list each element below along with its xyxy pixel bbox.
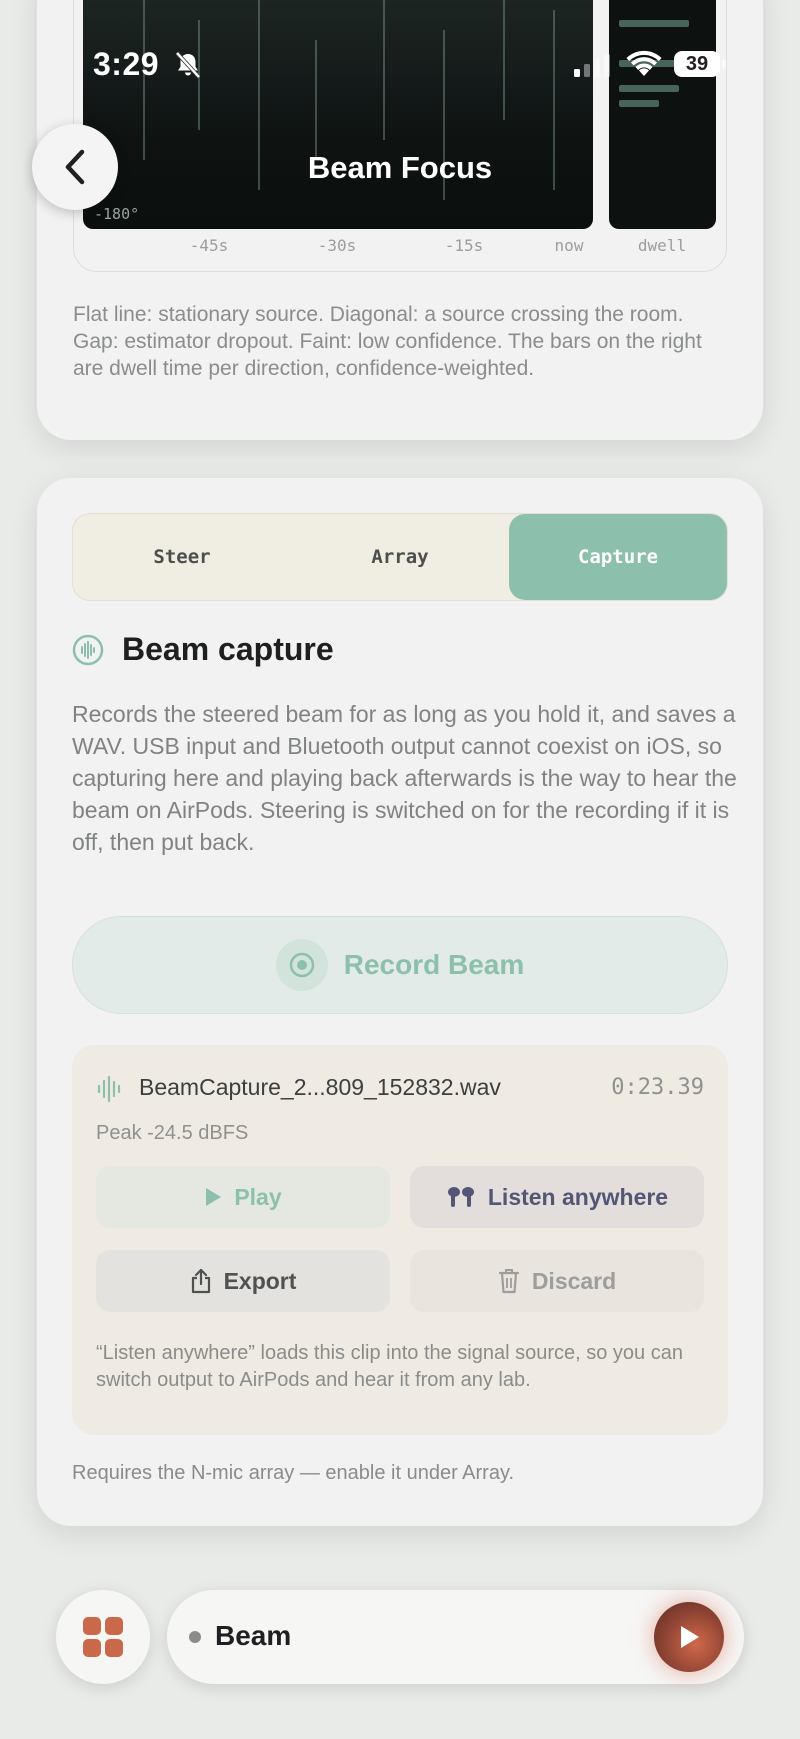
export-label: Export [223, 1267, 297, 1294]
x-tick: -15s [444, 236, 484, 255]
airpods-icon [446, 1185, 476, 1209]
play-button[interactable]: Play [96, 1166, 390, 1228]
x-tick: now [554, 236, 584, 255]
dwell-label: dwell [637, 236, 687, 255]
discard-label: Discard [531, 1267, 617, 1294]
record-beam-label: Record Beam [343, 949, 525, 980]
mode-segmented-control: Steer Array Capture [72, 513, 728, 601]
x-tick: -45s [189, 236, 229, 255]
direction-history-heatmap [83, 0, 593, 229]
bell-slash-icon [175, 51, 201, 79]
status-time: 3:29 [93, 46, 160, 82]
battery-icon: 39 [674, 51, 720, 77]
waveform-icon [97, 1075, 121, 1103]
chart-caption: Flat line: stationary source. Diagonal: … [73, 303, 702, 380]
app-grid-button[interactable] [56, 1590, 150, 1684]
recorded-clip-panel: BeamCapture_2...809_152832.wav 0:23.39 P… [72, 1045, 728, 1435]
source-label: Beam [215, 1620, 292, 1651]
listen-anywhere-label: Listen anywhere [487, 1183, 669, 1210]
tab-steer[interactable]: Steer [73, 514, 291, 600]
cellular-signal-icon [574, 54, 610, 77]
capture-card: Steer Array Capture Beam capture Records… [37, 478, 763, 1526]
now-playing-bar[interactable]: Beam [167, 1590, 744, 1684]
listen-anywhere-button[interactable]: Listen anywhere [410, 1166, 704, 1228]
share-icon [190, 1268, 212, 1294]
export-button[interactable]: Export [96, 1250, 390, 1312]
section-header: Beam capture [72, 631, 334, 668]
play-source-button[interactable] [654, 1602, 724, 1672]
capture-description: Records the steered beam for as long as … [72, 701, 737, 855]
wifi-icon [626, 50, 662, 76]
dwell-bars [609, 0, 716, 229]
clip-filename: BeamCapture_2...809_152832.wav [139, 1074, 501, 1100]
record-icon [275, 939, 328, 991]
record-beam-button[interactable]: Record Beam [72, 916, 728, 1014]
page-title: Beam Focus [307, 150, 493, 185]
x-tick: -30s [317, 236, 357, 255]
status-dot [189, 1631, 201, 1643]
play-icon [204, 1187, 222, 1207]
discard-button[interactable]: Discard [410, 1250, 704, 1312]
battery-cap [722, 59, 726, 69]
tab-array[interactable]: Array [291, 514, 509, 600]
waveform-circle-icon [72, 634, 104, 665]
y-axis-label: -180° [94, 205, 140, 223]
trash-icon [498, 1268, 520, 1294]
clip-peak-level: Peak -24.5 dBFS [96, 1122, 249, 1144]
grid-icon [83, 1617, 101, 1635]
play-label: Play [234, 1183, 282, 1210]
listen-anywhere-note: “Listen anywhere” loads this clip into t… [96, 1342, 683, 1391]
requirement-note: Requires the N-mic array — enable it und… [72, 1462, 515, 1484]
tab-capture[interactable]: Capture [509, 514, 727, 600]
section-title: Beam capture [122, 631, 334, 667]
clip-duration: 0:23.39 [611, 1075, 704, 1100]
play-icon [681, 1626, 699, 1648]
